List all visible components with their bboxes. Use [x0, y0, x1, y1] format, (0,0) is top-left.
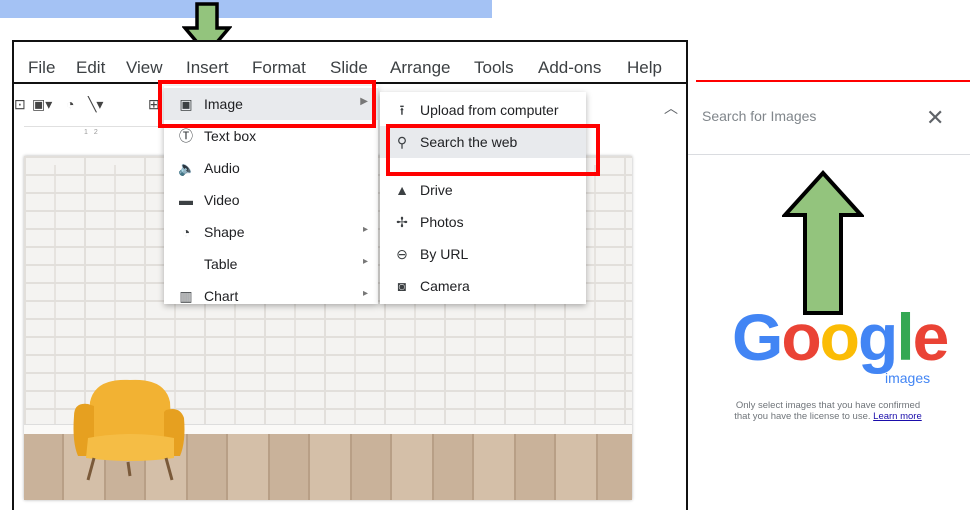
search-input[interactable]: [702, 108, 902, 124]
toolbar: ⊡ ▣▾ ◔ ╲▾ ⊞: [14, 92, 164, 120]
close-icon[interactable]: ✕: [926, 104, 944, 132]
menu-item-label: Drive: [420, 182, 453, 198]
menu-slide[interactable]: Slide: [330, 58, 368, 78]
menu-item-label: Upload from computer: [420, 102, 559, 118]
panel-divider: [688, 154, 970, 155]
video-icon: ▬: [179, 192, 193, 208]
menu-tools[interactable]: Tools: [474, 58, 514, 78]
shape-icon: ◔: [181, 224, 191, 240]
submenu-item-upload[interactable]: ⭱ Upload from computer: [380, 94, 586, 126]
google-images-label: images: [885, 370, 931, 386]
google-logo-letter: o: [781, 300, 821, 374]
license-notice: Only select images that you have confirm…: [728, 400, 928, 422]
upload-icon: ⭱: [399, 102, 405, 118]
insert-menu-item-table[interactable]: Table ▸: [164, 248, 378, 280]
menu-item-label: Video: [204, 192, 240, 208]
google-logo: Google: [732, 300, 950, 374]
submenu-arrow-icon: ▸: [362, 256, 368, 267]
top-banner: [0, 0, 492, 18]
drive-icon: ▲: [395, 182, 409, 198]
insert-menu-item-chart[interactable]: ▥ Chart ▸: [164, 280, 378, 312]
menu-item-label: Chart: [204, 288, 239, 304]
submenu-item-by-url[interactable]: ⊖ By URL: [380, 238, 586, 270]
learn-more-link[interactable]: Learn more: [873, 411, 922, 422]
armchair-image[interactable]: [70, 372, 190, 482]
menu-add-ons[interactable]: Add-ons: [538, 58, 601, 78]
ruler: 1 2: [24, 126, 164, 136]
menu-item-label: Audio: [204, 160, 240, 176]
menu-edit[interactable]: Edit: [76, 58, 105, 78]
submenu-item-drive[interactable]: ▲ Drive: [380, 174, 586, 206]
link-icon: ⊖: [396, 246, 408, 262]
menu-format[interactable]: Format: [252, 58, 306, 78]
text-box-icon: Ⓣ: [179, 128, 193, 144]
image-tool-icon[interactable]: ▣▾: [32, 96, 52, 113]
search-field: [702, 104, 932, 132]
text-box-tool-icon[interactable]: ⊡: [14, 96, 26, 113]
google-logo-letter: l: [896, 300, 914, 374]
menu-view[interactable]: View: [126, 58, 163, 78]
menu-item-label: By URL: [420, 246, 469, 262]
ruler-ticks: 1 2: [84, 129, 100, 136]
menu-item-label: Camera: [420, 278, 470, 294]
menu-insert[interactable]: Insert: [186, 58, 229, 78]
highlight-search-web: [386, 124, 600, 176]
menu-item-label: Shape: [204, 224, 245, 240]
google-logo-letter: g: [858, 300, 898, 374]
submenu-arrow-icon: ▸: [362, 224, 368, 235]
menu-file[interactable]: File: [28, 58, 55, 78]
camera-icon: ◙: [397, 278, 407, 294]
insert-menu-item-video[interactable]: ▬ Video: [164, 184, 378, 216]
collapse-chevron-icon[interactable]: ︿: [664, 98, 678, 118]
menu-item-label: Table: [204, 256, 238, 272]
chart-icon: ▥: [179, 288, 193, 304]
google-logo-letter: e: [912, 300, 950, 374]
menubar: File Edit View Insert Format Slide Arran…: [12, 42, 686, 84]
google-logo-letter: o: [819, 300, 860, 374]
menu-arrange[interactable]: Arrange: [390, 58, 450, 78]
insert-menu-item-shape[interactable]: ◔ Shape ▸: [164, 216, 378, 248]
photos-icon: ✢: [396, 214, 408, 230]
up-arrow-annotation: [782, 170, 864, 315]
highlight-image-item: [158, 80, 376, 128]
line-tool-icon[interactable]: ╲▾: [88, 96, 103, 113]
submenu-arrow-icon: ▸: [362, 288, 368, 299]
submenu-item-camera[interactable]: ◙ Camera: [380, 270, 586, 302]
shape-tool-icon[interactable]: ◔: [66, 96, 74, 112]
menu-help[interactable]: Help: [627, 58, 662, 78]
menu-item-label: Photos: [420, 214, 464, 230]
audio-icon: 🔈: [178, 160, 196, 176]
insert-menu-item-audio[interactable]: 🔈 Audio: [164, 152, 378, 184]
menu-item-label: Text box: [204, 128, 257, 144]
submenu-item-photos[interactable]: ✢ Photos: [380, 206, 586, 238]
google-logo-letter: G: [732, 300, 783, 374]
